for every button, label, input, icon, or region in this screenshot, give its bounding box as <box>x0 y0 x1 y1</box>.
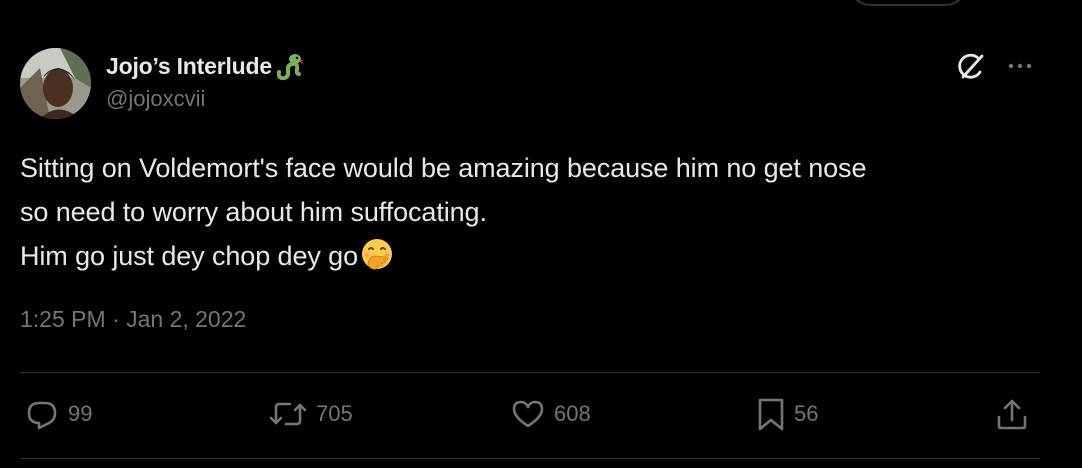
tweet-detail: Jojo’s Interlude @jojoxcvii Sitting on V… <box>0 0 1082 468</box>
divider <box>20 458 1040 459</box>
face-with-hand-over-mouth-icon <box>359 237 395 273</box>
tweet-text-line-last: Him go just dey chop dey go <box>20 234 1050 278</box>
reply-button[interactable]: 99 <box>24 396 92 432</box>
author-handle[interactable]: @jojoxcvii <box>106 86 205 112</box>
bookmark-count: 56 <box>794 401 819 426</box>
share-button[interactable] <box>994 396 1030 432</box>
like-button[interactable]: 608 <box>510 396 591 432</box>
tweet-text-line: so need to worry about him suffocating. <box>20 197 487 227</box>
top-button-edge[interactable] <box>848 0 968 6</box>
reply-icon <box>27 401 57 430</box>
avatar[interactable] <box>20 48 91 119</box>
repost-icon <box>269 402 307 426</box>
heart-icon <box>512 400 544 428</box>
author-display-name[interactable]: Jojo’s Interlude <box>106 53 272 80</box>
divider <box>20 372 1040 373</box>
tweet-text-line: Him go just dey chop dey go <box>20 241 358 271</box>
repost-button[interactable]: 705 <box>268 396 353 432</box>
more-options-icon[interactable] <box>1004 56 1036 76</box>
bookmark-button[interactable]: 56 <box>756 396 818 432</box>
reply-count: 99 <box>68 401 93 426</box>
bookmark-icon <box>758 398 784 431</box>
snake-icon <box>273 50 305 82</box>
share-icon <box>997 399 1027 430</box>
grok-icon[interactable] <box>954 50 988 84</box>
tweet-text: Sitting on Voldemort's face would be ama… <box>20 146 1050 278</box>
tweet-text-line: Sitting on Voldemort's face would be ama… <box>20 153 867 183</box>
repost-count: 705 <box>316 401 353 426</box>
author-name-row[interactable]: Jojo’s Interlude <box>106 50 305 82</box>
like-count: 608 <box>554 401 591 426</box>
tweet-timestamp[interactable]: 1:25 PM · Jan 2, 2022 <box>20 306 246 333</box>
